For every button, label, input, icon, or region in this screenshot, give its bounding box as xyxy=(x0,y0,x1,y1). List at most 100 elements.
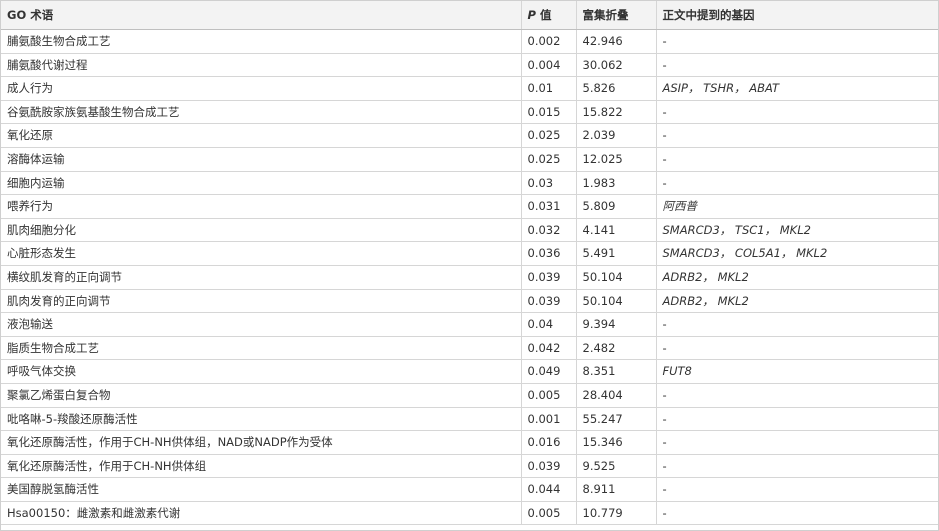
cell-p-value: 0.025 xyxy=(521,123,577,148)
cell-fold-enrichment: 15.346 xyxy=(576,430,657,455)
table-row: 谷氨酰胺家族氨基酸生物合成工艺 0.015 15.822- xyxy=(1,100,938,125)
cell-p-value: 0.001 xyxy=(521,407,577,432)
table-row: 脯氨酸代谢过程 0.004 30.062- xyxy=(1,53,938,78)
cell-genes: SMARCD3， COL5A1， MKL2 xyxy=(656,241,938,266)
cell-p-value: 0.032 xyxy=(521,218,577,243)
cell-genes: ASIP， TSHR， ABAT xyxy=(656,76,938,101)
header-go-term: GO 术语 xyxy=(1,1,522,30)
cell-go-term: 脯氨酸生物合成工艺 xyxy=(1,29,522,54)
cell-fold-enrichment: 55.247 xyxy=(576,407,657,432)
cell-genes: FUT8 xyxy=(656,359,938,384)
table-row: 肌肉细胞分化 0.032 4.141 SMARCD3， TSC1， MKL2 xyxy=(1,218,938,243)
cell-fold-enrichment: 9.394 xyxy=(576,312,657,337)
cell-p-value: 0.03 xyxy=(521,171,577,196)
cell-genes: SMARCD3， TSC1， MKL2 xyxy=(656,218,938,243)
table-row: 脂质生物合成工艺 0.042 2.482- xyxy=(1,336,938,361)
cell-go-term: 成人行为 xyxy=(1,76,522,101)
cell-go-term: 吡咯啉-5-羧酸还原酶活性 xyxy=(1,407,522,432)
cell-go-term: 美国醇脱氢酶活性 xyxy=(1,477,522,502)
cell-go-term: 液泡输送 xyxy=(1,312,522,337)
cell-fold-enrichment: 2.482 xyxy=(576,336,657,361)
cell-genes: - xyxy=(656,147,938,172)
cell-fold-enrichment: 4.141 xyxy=(576,218,657,243)
table-row: 喂养行为 0.031 5.809 阿西普 xyxy=(1,194,938,219)
table-row: 横纹肌发育的正向调节 0.039 50.104 ADRB2， MKL2 xyxy=(1,265,938,290)
cell-fold-enrichment: 28.404 xyxy=(576,383,657,408)
cell-genes: - xyxy=(656,477,938,502)
cell-fold-enrichment: 50.104 xyxy=(576,289,657,314)
cell-genes: ADRB2， MKL2 xyxy=(656,289,938,314)
cell-fold-enrichment: 15.822 xyxy=(576,100,657,125)
cell-genes: ADRB2， MKL2 xyxy=(656,265,938,290)
table-row: 液泡输送 0.04 9.394- xyxy=(1,312,938,337)
cell-p-value: 0.036 xyxy=(521,241,577,266)
cell-go-term: 谷氨酰胺家族氨基酸生物合成工艺 xyxy=(1,100,522,125)
cell-p-value: 0.039 xyxy=(521,265,577,290)
go-enrichment-table-container: GO 术语 P 值 富集折叠 正文中提到的基因 脯氨酸生物合成工艺 0.002 42… xyxy=(0,0,939,531)
cell-genes: - xyxy=(656,171,938,196)
table-row: 脯氨酸生物合成工艺 0.002 42.946- xyxy=(1,29,938,54)
cell-go-term: 细胞内运输 xyxy=(1,171,522,196)
cell-genes: 阿西普 xyxy=(656,194,938,219)
cell-go-term: 横纹肌发育的正向调节 xyxy=(1,265,522,290)
cell-genes: - xyxy=(656,100,938,125)
cell-go-term: 氧化还原酶活性，作用于CH-NH供体组 xyxy=(1,454,522,479)
cell-go-term: 脂质生物合成工艺 xyxy=(1,336,522,361)
header-fold-enrichment: 富集折叠 xyxy=(576,1,657,30)
table-row: 心脏形态发生 0.036 5.491 SMARCD3， COL5A1， MKL2 xyxy=(1,241,938,266)
cell-genes: - xyxy=(656,454,938,479)
cell-go-term: 肌肉细胞分化 xyxy=(1,218,522,243)
cell-p-value: 0.01 xyxy=(521,76,577,101)
cell-p-value: 0.04 xyxy=(521,312,577,337)
table-row: 氧化还原酶活性，作用于CH-NH供体组，NAD或NADP作为受体 0.016 15.… xyxy=(1,430,938,455)
header-p-prefix: P xyxy=(527,8,536,22)
table-row: 吡咯啉-5-羧酸还原酶活性 0.001 55.247- xyxy=(1,407,938,432)
table-row: 呼吸气体交换 0.049 8.351 FUT8 xyxy=(1,359,938,384)
cell-fold-enrichment: 5.826 xyxy=(576,76,657,101)
cell-go-term: 溶酶体运输 xyxy=(1,147,522,172)
cell-genes: - xyxy=(656,53,938,78)
table-row: Hsa00150：雌激素和雌激素代谢 0.005 10.779- xyxy=(1,501,938,526)
table-row: 溶酶体运输 0.025 12.025- xyxy=(1,147,938,172)
cell-go-term: 呼吸气体交换 xyxy=(1,359,522,384)
cell-genes: - xyxy=(656,312,938,337)
cell-p-value: 0.004 xyxy=(521,53,577,78)
cell-fold-enrichment: 2.039 xyxy=(576,123,657,148)
cell-fold-enrichment: 30.062 xyxy=(576,53,657,78)
cell-genes: - xyxy=(656,29,938,54)
cell-p-value: 0.015 xyxy=(521,100,577,125)
table-header-row: GO 术语 P 值 富集折叠 正文中提到的基因 xyxy=(1,1,938,30)
cell-fold-enrichment: 50.104 xyxy=(576,265,657,290)
header-p-suffix: 值 xyxy=(535,8,552,22)
table-row: 氧化还原 0.025 2.039- xyxy=(1,123,938,148)
cell-p-value: 0.005 xyxy=(521,501,577,526)
table-row: 氧化还原酶活性，作用于CH-NH供体组 0.039 9.525- xyxy=(1,454,938,479)
cell-fold-enrichment: 5.809 xyxy=(576,194,657,219)
table-row: 肌肉发育的正向调节 0.039 50.104 ADRB2， MKL2 xyxy=(1,289,938,314)
cell-genes: - xyxy=(656,383,938,408)
cell-p-value: 0.044 xyxy=(521,477,577,502)
cell-go-term: 心脏形态发生 xyxy=(1,241,522,266)
go-enrichment-table: GO 术语 P 值 富集折叠 正文中提到的基因 脯氨酸生物合成工艺 0.002 42… xyxy=(1,1,938,526)
cell-p-value: 0.016 xyxy=(521,430,577,455)
cell-fold-enrichment: 1.983 xyxy=(576,171,657,196)
cell-p-value: 0.039 xyxy=(521,289,577,314)
cell-p-value: 0.049 xyxy=(521,359,577,384)
cell-fold-enrichment: 12.025 xyxy=(576,147,657,172)
cell-go-term: 聚氯乙烯蛋白复合物 xyxy=(1,383,522,408)
cell-genes: - xyxy=(656,336,938,361)
cell-p-value: 0.002 xyxy=(521,29,577,54)
cell-go-term: 喂养行为 xyxy=(1,194,522,219)
cell-fold-enrichment: 5.491 xyxy=(576,241,657,266)
table-row: 美国醇脱氢酶活性 0.044 8.911- xyxy=(1,477,938,502)
cell-genes: - xyxy=(656,407,938,432)
table-body: 脯氨酸生物合成工艺 0.002 42.946- 脯氨酸代谢过程 0.004 30.062-… xyxy=(1,29,938,526)
cell-p-value: 0.025 xyxy=(521,147,577,172)
table-row: 聚氯乙烯蛋白复合物 0.005 28.404- xyxy=(1,383,938,408)
cell-fold-enrichment: 10.779 xyxy=(576,501,657,526)
table-row: 细胞内运输 0.03 1.983- xyxy=(1,171,938,196)
cell-fold-enrichment: 9.525 xyxy=(576,454,657,479)
cell-genes: - xyxy=(656,501,938,526)
cell-p-value: 0.042 xyxy=(521,336,577,361)
cell-go-term: 氧化还原酶活性，作用于CH-NH供体组，NAD或NADP作为受体 xyxy=(1,430,522,455)
